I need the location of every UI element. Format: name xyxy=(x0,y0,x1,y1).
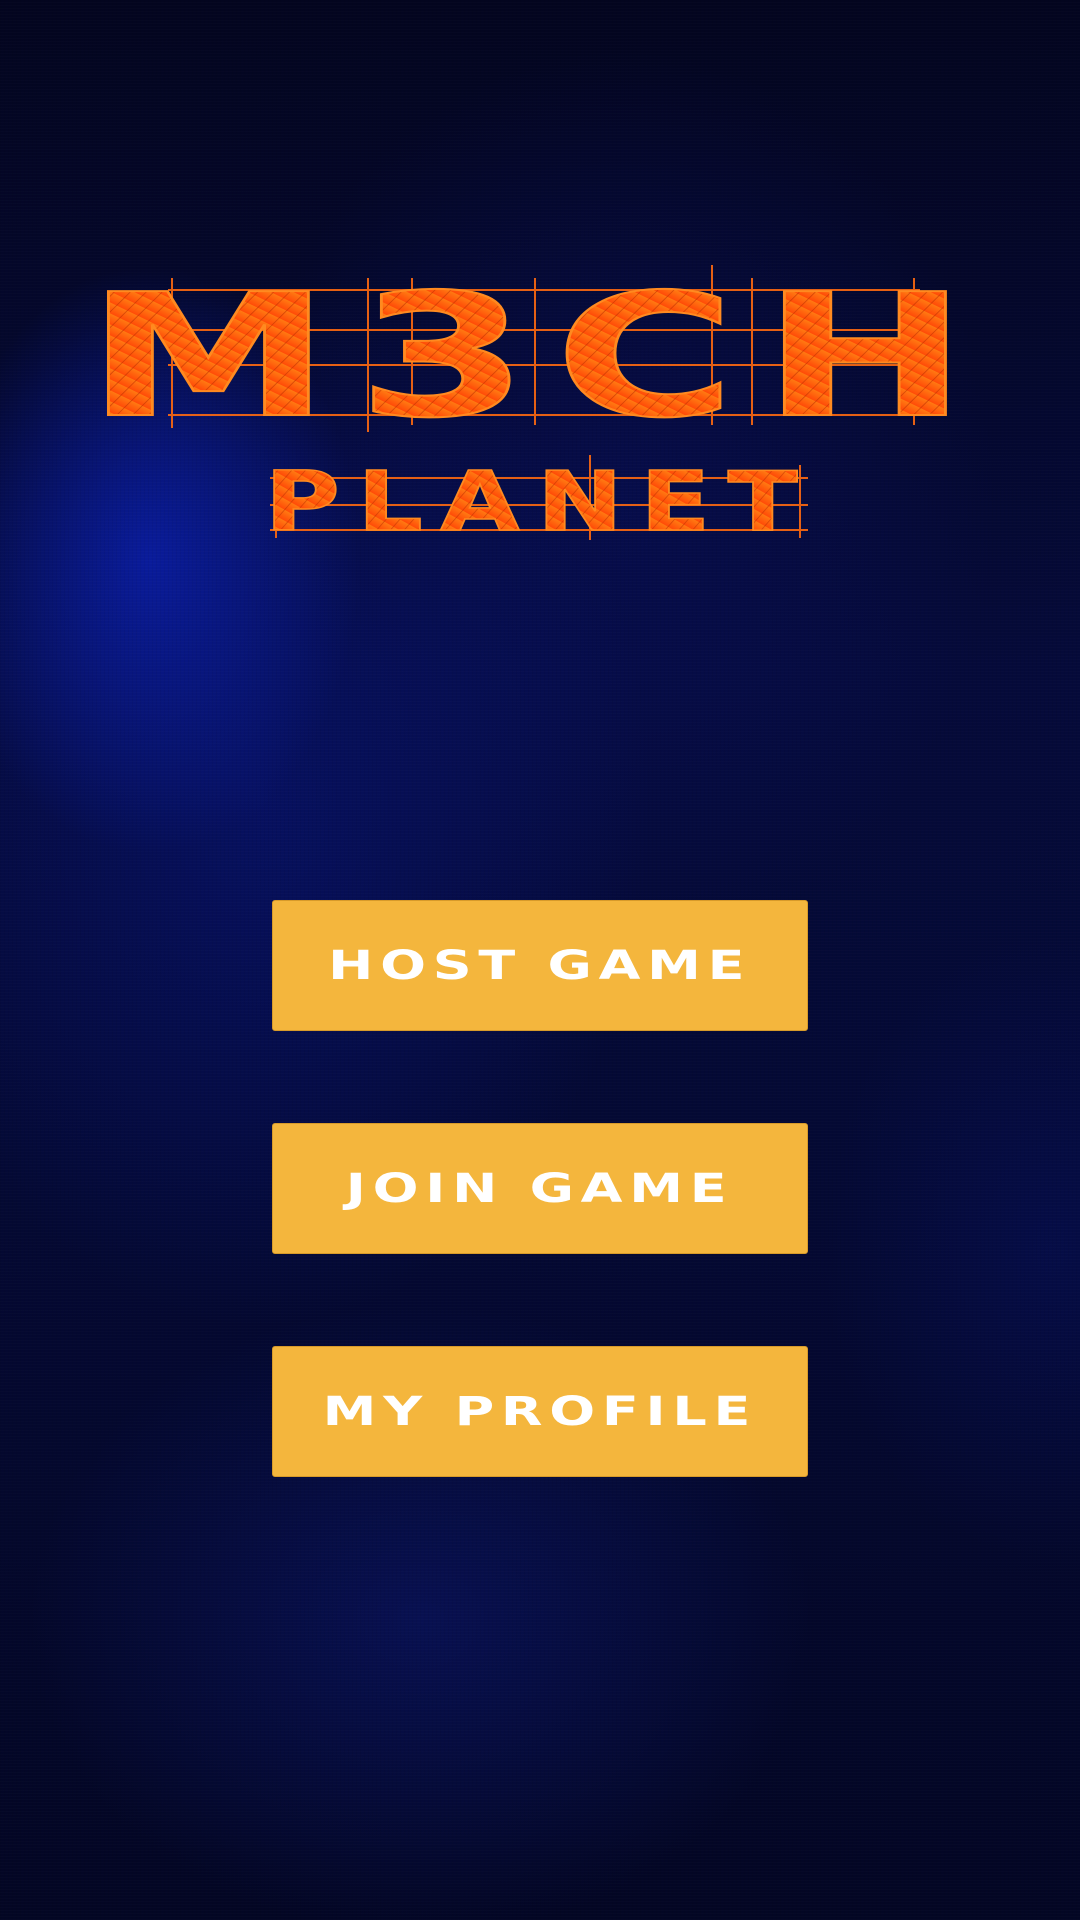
logo-title-line2: PLANET xyxy=(265,454,815,549)
game-main-menu-screen: M3CH PLANET HOST GAME JOIN GAME MY PROFI… xyxy=(0,0,1080,1920)
logo-title-line1: M3CH xyxy=(86,257,994,455)
join-game-button[interactable]: JOIN GAME xyxy=(272,1123,808,1254)
main-menu: HOST GAME JOIN GAME MY PROFILE xyxy=(272,900,808,1569)
my-profile-button[interactable]: MY PROFILE xyxy=(272,1346,808,1477)
game-logo: M3CH PLANET xyxy=(0,0,1080,560)
join-game-label: JOIN GAME xyxy=(346,1165,734,1212)
host-game-button[interactable]: HOST GAME xyxy=(272,900,808,1031)
my-profile-label: MY PROFILE xyxy=(322,1388,758,1435)
host-game-label: HOST GAME xyxy=(328,942,752,989)
